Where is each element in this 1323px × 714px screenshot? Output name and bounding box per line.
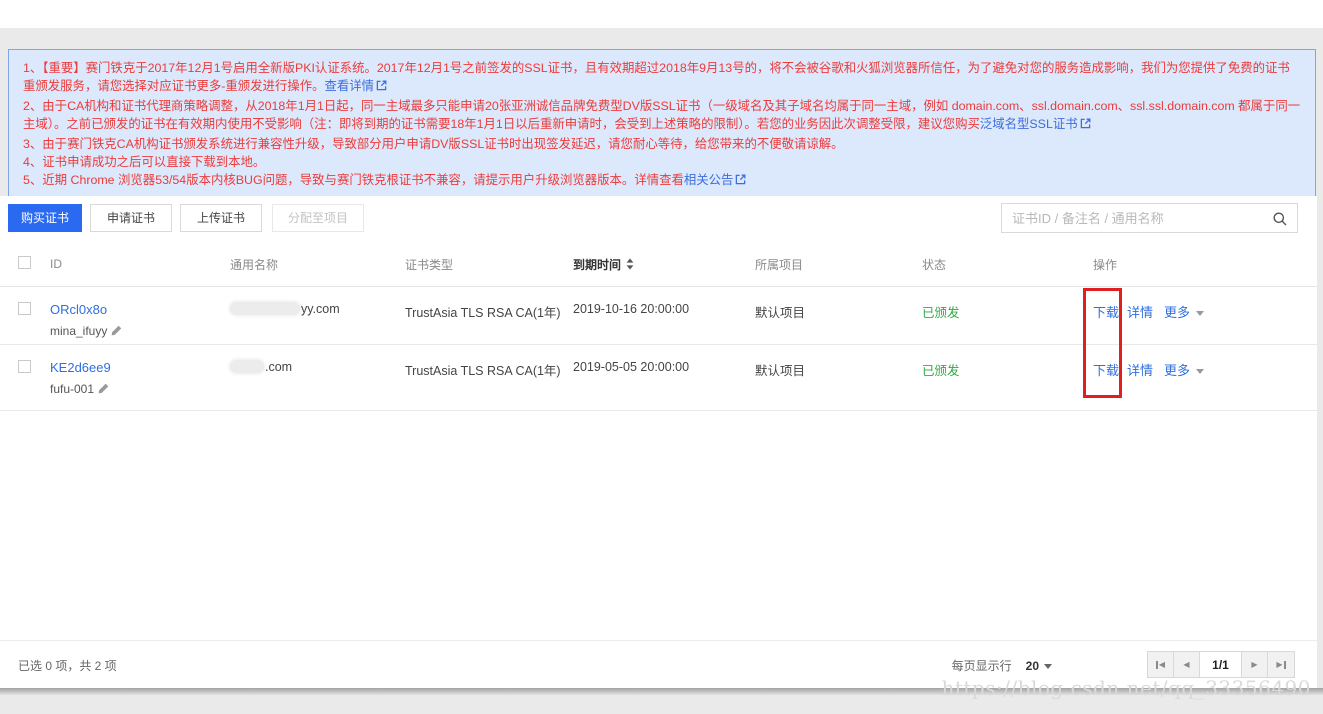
header-common-name: 通用名称	[230, 257, 279, 272]
header-operation: 操作	[1093, 257, 1118, 272]
project-cell: 默认项目	[755, 306, 806, 320]
notice-line-5: 5、近期 Chrome 浏览器53/54版本内核BUG问题，导致与赛门铁克根证书…	[23, 171, 1301, 190]
row-checkbox-cell	[0, 345, 50, 376]
select-all-cell	[0, 256, 50, 272]
csdn-watermark: https://blog.csdn.net/qq_33356490	[941, 676, 1311, 700]
chevron-down-icon[interactable]	[1044, 664, 1052, 669]
common-name: .com	[265, 360, 293, 374]
cert-type-cell: TrustAsia TLS RSA CA(1年)	[405, 306, 561, 320]
header-id: ID	[50, 257, 62, 271]
wildcard-ssl-link[interactable]: 泛域名型SSL证书	[980, 117, 1078, 131]
detail-link[interactable]: 详情	[1127, 305, 1153, 320]
notice-text-2: 2、由于CA机构和证书代理商策略调整，从2018年1月1日起，同一主域最多只能申…	[23, 98, 1301, 132]
status-badge: 已颁发	[922, 364, 960, 378]
apply-cert-button[interactable]: 申请证书	[90, 204, 173, 232]
blur-mask	[230, 302, 300, 315]
table-row: ORcl0x8o mina_ifuyy yy.com TrustAsia TLS…	[0, 287, 1317, 345]
notice-line-1: 1、【重要】赛门铁克于2017年12月1号启用全新版PKI认证系统。2017年1…	[23, 59, 1301, 97]
header-project: 所属项目	[755, 257, 804, 272]
row-checkbox-cell	[0, 287, 50, 318]
rows-per-page-label: 每页显示行	[951, 659, 1012, 673]
cert-id-link[interactable]: KE2d6ee9	[50, 360, 111, 375]
cert-remark: mina_ifuyy	[50, 324, 230, 339]
notice-line-2: 2、由于CA机构和证书代理商策略调整，从2018年1月1日起，同一主域最多只能申…	[23, 97, 1301, 135]
rows-per-page: 每页显示行 20	[952, 657, 1052, 674]
pagination: ◀ ◀ 1/1 ▶ ▶	[1147, 651, 1295, 678]
notice-text-5: 5、近期 Chrome 浏览器53/54版本内核BUG问题，导致与赛门铁克根证书…	[23, 173, 684, 188]
ssl-cert-console-page: 1、【重要】赛门铁克于2017年12月1号启用全新版PKI认证系统。2017年1…	[0, 0, 1323, 714]
edit-icon[interactable]	[111, 325, 122, 339]
page-next-button[interactable]: ▶	[1242, 652, 1268, 677]
select-all-checkbox[interactable]	[18, 256, 31, 269]
common-name: yy.com	[301, 302, 340, 316]
common-name-cell: .com	[230, 345, 405, 374]
header-expire-time[interactable]: 到期时间	[573, 256, 755, 273]
download-link[interactable]: 下载	[1093, 305, 1119, 320]
notice-line-4: 4、证书申请成功之后可以直接下载到本地。	[23, 155, 266, 170]
more-link[interactable]: 更多	[1164, 363, 1190, 378]
operation-cell: 下载 详情 更多	[1093, 287, 1317, 321]
page-prev-button[interactable]: ◀	[1174, 652, 1200, 677]
common-name-cell: yy.com	[230, 287, 405, 316]
notice-line-3: 3、由于赛门铁克CA机构证书颁发系统进行兼容性升级，导致部分用户申请DV版SSL…	[23, 136, 844, 151]
notice-text-1: 1、【重要】赛门铁克于2017年12月1号启用全新版PKI认证系统。2017年1…	[23, 61, 1290, 94]
row-checkbox[interactable]	[18, 302, 31, 315]
chevron-down-icon[interactable]	[1196, 311, 1205, 316]
chevron-down-icon[interactable]	[1196, 369, 1205, 374]
cert-id-cell: ORcl0x8o mina_ifuyy	[50, 287, 230, 339]
operation-cell: 下载 详情 更多	[1093, 345, 1317, 379]
page-last-button[interactable]: ▶	[1268, 652, 1294, 677]
buy-cert-button[interactable]: 购买证书	[8, 204, 83, 232]
blur-mask	[230, 360, 264, 373]
cert-remark: fufu-001	[50, 382, 230, 397]
cert-search-input[interactable]	[1002, 204, 1297, 232]
notice-banner: 1、【重要】赛门铁克于2017年12月1号启用全新版PKI认证系统。2017年1…	[8, 49, 1316, 201]
announcement-link[interactable]: 相关公告	[684, 173, 734, 187]
external-link-icon[interactable]	[1080, 116, 1091, 134]
table-row: KE2d6ee9 fufu-001 .com TrustAsia TLS RSA…	[0, 345, 1317, 411]
edit-icon[interactable]	[98, 383, 109, 397]
external-link-icon[interactable]	[735, 172, 746, 190]
upload-cert-button[interactable]: 上传证书	[180, 204, 263, 232]
row-checkbox[interactable]	[18, 360, 31, 373]
cert-list-panel: 购买证书 申请证书 上传证书 分配至项目 ID 通用名称 证书类型 到期时间 所…	[0, 196, 1317, 688]
download-link[interactable]: 下载	[1093, 363, 1119, 378]
header-cert-type: 证书类型	[405, 257, 454, 272]
toolbar: 购买证书 申请证书 上传证书 分配至项目	[0, 196, 1317, 242]
status-badge: 已颁发	[922, 306, 960, 320]
detail-link[interactable]: 详情	[1127, 363, 1153, 378]
cert-search-box	[1001, 203, 1298, 233]
more-link[interactable]: 更多	[1164, 305, 1190, 320]
external-link-icon[interactable]	[376, 78, 387, 96]
cert-id-link[interactable]: ORcl0x8o	[50, 302, 107, 317]
cert-type-cell: TrustAsia TLS RSA CA(1年)	[405, 364, 561, 378]
page-first-button[interactable]: ◀	[1148, 652, 1174, 677]
sort-icon[interactable]	[626, 258, 634, 273]
selection-summary: 已选 0 项，共 2 项	[18, 659, 117, 673]
rows-per-page-value[interactable]: 20	[1026, 659, 1039, 673]
expire-time-cell: 2019-05-05 20:00:00	[573, 360, 690, 374]
view-details-link[interactable]: 查看详情	[325, 79, 375, 93]
search-icon[interactable]	[1272, 211, 1288, 232]
project-cell: 默认项目	[755, 364, 806, 378]
expire-time-cell: 2019-10-16 20:00:00	[573, 302, 690, 316]
page-indicator: 1/1	[1200, 652, 1242, 677]
cert-id-cell: KE2d6ee9 fufu-001	[50, 345, 230, 397]
table-header-row: ID 通用名称 证书类型 到期时间 所属项目 状态 操作	[0, 242, 1317, 287]
header-status: 状态	[922, 257, 947, 272]
assign-project-button: 分配至项目	[272, 204, 365, 232]
